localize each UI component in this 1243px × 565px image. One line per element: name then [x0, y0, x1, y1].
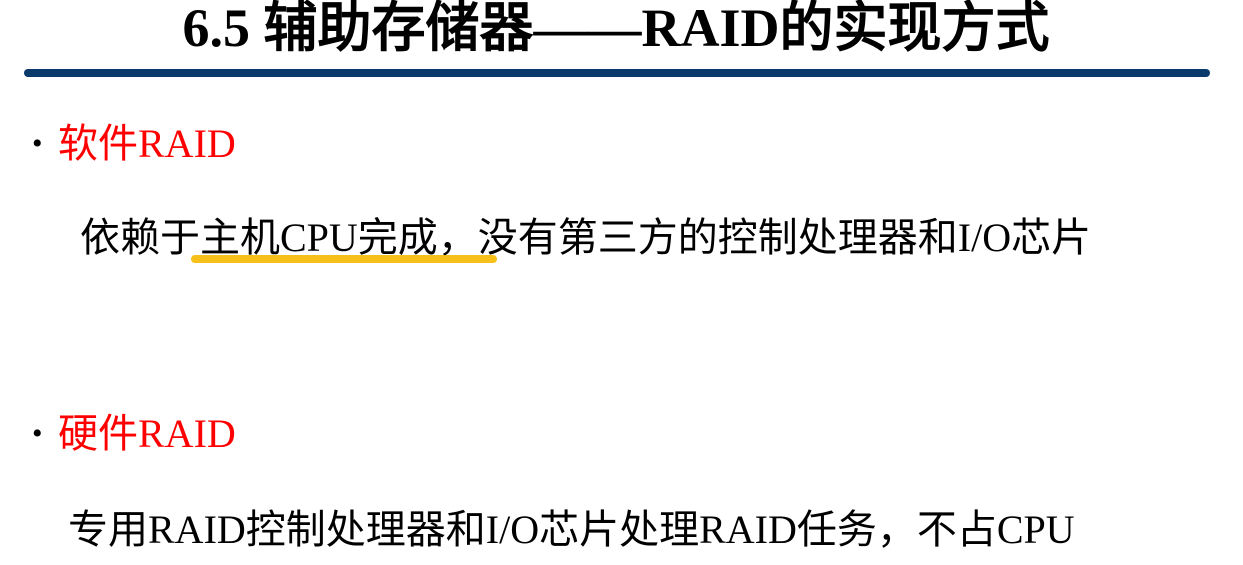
bullet-software-raid: • 软件RAID: [32, 120, 236, 168]
hardware-raid-description: 专用RAID控制处理器和I/O芯片处理RAID任务，不占CPU: [68, 507, 1075, 552]
bullet-hardware-raid: • 硬件RAID: [32, 410, 236, 458]
slide-title: 6.5 辅助存储器——RAID的实现方式: [182, 0, 1050, 58]
title-underline-rule: [24, 69, 1210, 77]
bullet-dot-icon: •: [32, 127, 43, 160]
bullet-dot-icon: •: [32, 417, 43, 450]
hardware-raid-label: 硬件RAID: [58, 411, 236, 456]
highlight-underline-mark: [191, 255, 497, 263]
software-raid-label: 软件RAID: [58, 121, 236, 166]
